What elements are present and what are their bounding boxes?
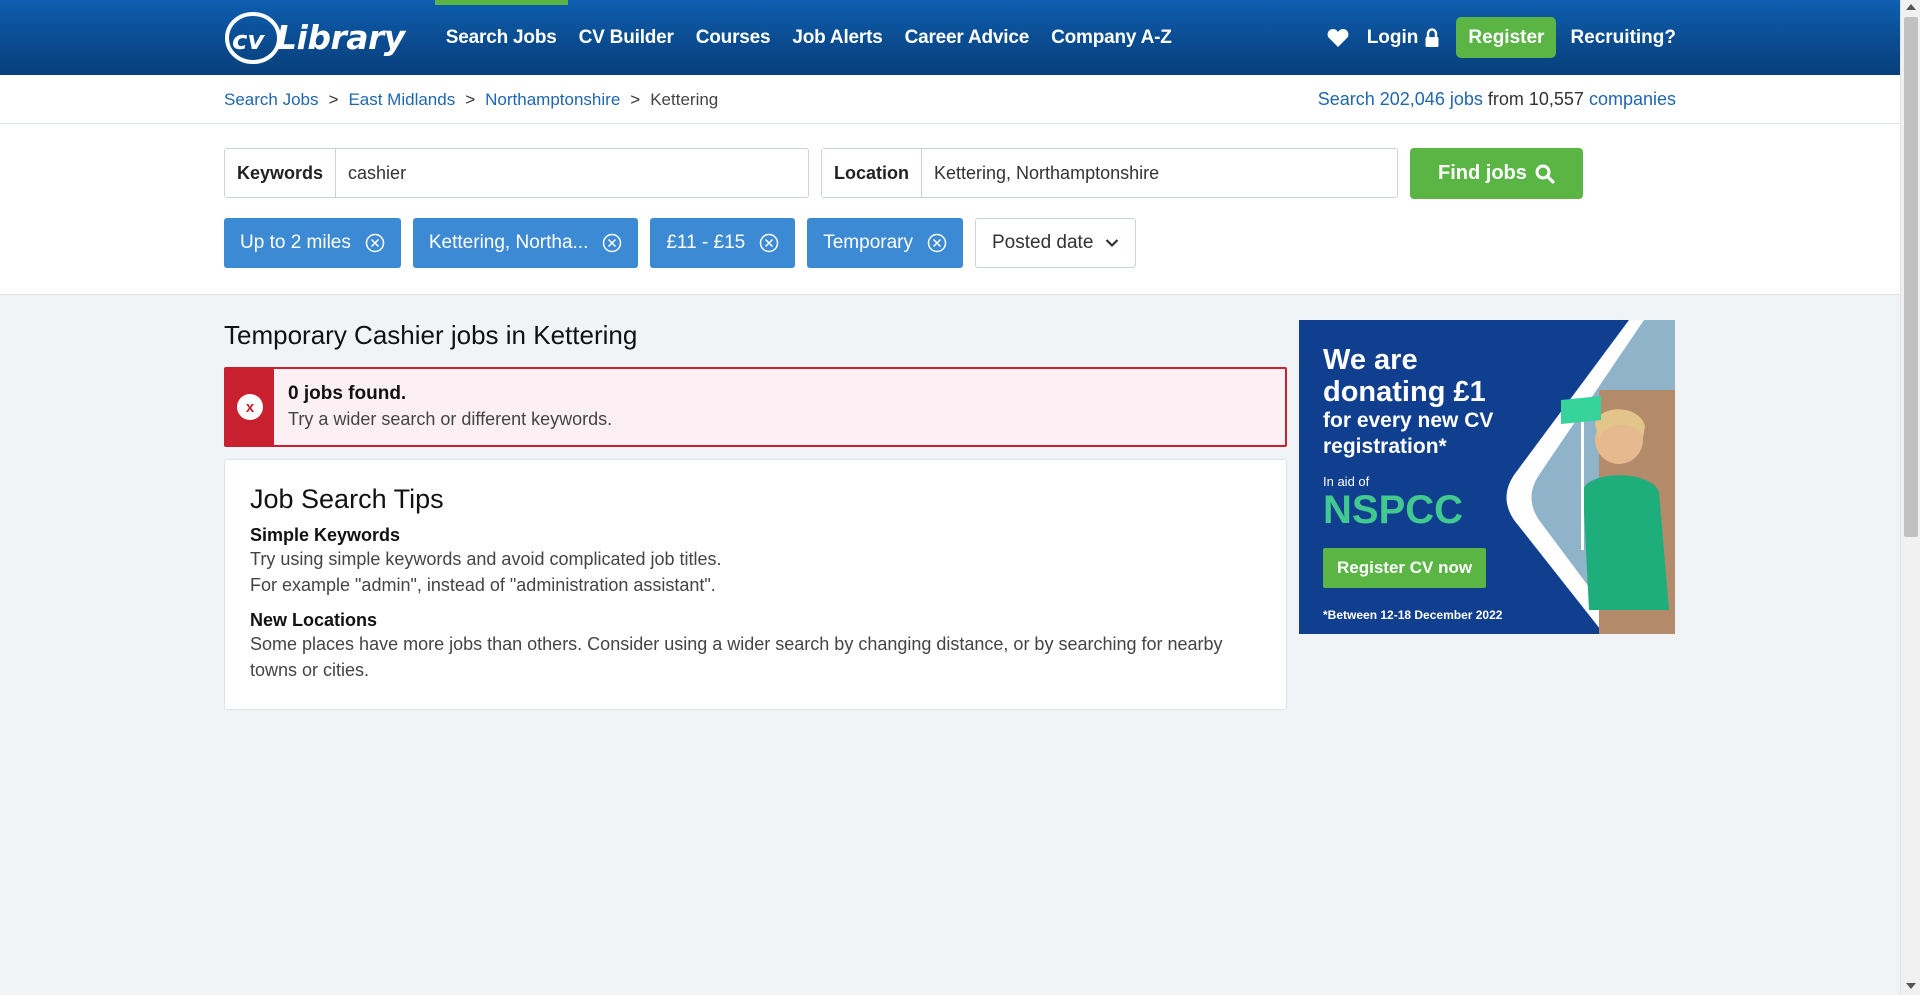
cv-logo-mark: cv (232, 26, 265, 56)
posted-date-dropdown[interactable]: Posted date (974, 218, 1137, 268)
no-results-alert: x 0 jobs found. Try a wider search or di… (224, 367, 1287, 447)
site-stats: Search 202,046 jobs from 10,557 companie… (1318, 89, 1676, 110)
location-input[interactable] (922, 149, 1392, 197)
filter-chip-distance[interactable]: Up to 2 miles (224, 218, 401, 268)
tip-text: towns or cities. (250, 660, 370, 680)
search-panel: Keywords Location Find jobs Up to 2 mile… (0, 124, 1900, 295)
stats-companies-link[interactable]: companies (1589, 89, 1676, 109)
heart-icon[interactable] (1325, 25, 1351, 51)
main-nav: Search Jobs CV Builder Courses Job Alert… (434, 0, 1183, 75)
logo-text: Library (276, 18, 405, 57)
chip-label: £11 - £15 (666, 232, 746, 253)
page-title: Temporary Cashier jobs in Kettering (224, 320, 638, 350)
ad-footnote: *Between 12-18 December 2022 (1323, 608, 1503, 622)
ad-line: for every new CV (1323, 409, 1494, 432)
filter-chip-location[interactable]: Kettering, Northa... (412, 218, 639, 268)
login-link[interactable]: Login (1367, 27, 1441, 49)
filter-chip-job-type[interactable]: Temporary (807, 218, 963, 268)
advert-copy: We are donating £1 for every new CV regi… (1323, 344, 1493, 531)
ad-aid-text: In aid of (1323, 474, 1370, 489)
breadcrumb-separator: > (630, 89, 641, 109)
alert-title: 0 jobs found. (288, 383, 407, 404)
tips-title: Job Search Tips (250, 484, 444, 514)
recruiting-link[interactable]: Recruiting? (1570, 27, 1676, 49)
page-scrollbar[interactable] (1900, 0, 1920, 995)
chip-label: Kettering, Northa... (428, 232, 589, 253)
register-button[interactable]: Register (1456, 17, 1557, 58)
login-label: Login (1366, 26, 1419, 48)
filter-chips: Up to 2 miles Kettering, Northa... £11 -… (224, 218, 1137, 268)
alert-text: Try a wider search or different keywords… (288, 409, 613, 429)
breadcrumb-separator: > (465, 89, 476, 109)
breadcrumb-separator: > (328, 89, 339, 109)
ad-line: We are (1323, 344, 1418, 376)
scroll-up-arrow-icon[interactable] (1906, 4, 1916, 10)
tip-text: Some places have more jobs than others. … (250, 634, 1223, 654)
remove-filter-icon[interactable] (927, 233, 947, 253)
scroll-thumb[interactable] (1904, 17, 1918, 537)
header-actions: Login Register Recruiting? (1325, 17, 1676, 58)
ad-line: registration* (1323, 435, 1447, 458)
filter-chip-salary[interactable]: £11 - £15 (650, 218, 796, 268)
scroll-down-arrow-icon[interactable] (1906, 983, 1916, 989)
top-header: cv Library Search Jobs CV Builder Course… (0, 0, 1900, 75)
cv-library-logo[interactable]: cv Library (224, 11, 405, 64)
results-column: Temporary Cashier jobs in Kettering x 0 … (224, 320, 1287, 710)
ad-nspcc-logo: NSPCC (1323, 488, 1464, 532)
nav-courses[interactable]: Courses (685, 0, 782, 75)
tip-simple-keywords-heading: Simple Keywords (250, 525, 401, 545)
stats-prefix[interactable]: Search (1318, 89, 1375, 109)
breadcrumb: Search Jobs > East Midlands > Northamptonshi… (224, 90, 718, 110)
search-icon (1535, 164, 1555, 184)
lock-icon (1424, 27, 1440, 48)
nav-company-a-z[interactable]: Company A-Z (1040, 0, 1183, 75)
tip-text: Try using simple keywords and avoid comp… (250, 549, 722, 569)
nav-career-advice[interactable]: Career Advice (894, 0, 1041, 75)
page: cv Library Search Jobs CV Builder Course… (0, 0, 1900, 995)
location-field: Location (821, 148, 1398, 198)
alert-side: x (226, 369, 274, 445)
find-jobs-label: Find jobs (1438, 162, 1527, 184)
chip-label: Up to 2 miles (240, 232, 351, 253)
stats-mid: from 10,557 (1487, 89, 1584, 109)
ad-register-cv-button[interactable]: Register CV now (1323, 548, 1487, 588)
breadcrumb-northamptonshire[interactable]: Northamptonshire (485, 90, 620, 109)
breadcrumb-east-midlands[interactable]: East Midlands (348, 90, 455, 109)
nav-cv-builder[interactable]: CV Builder (568, 0, 685, 75)
nav-search-jobs[interactable]: Search Jobs (434, 0, 568, 75)
stats-jobs-link[interactable]: 202,046 jobs (1380, 89, 1483, 109)
tip-new-locations-heading: New Locations (250, 610, 378, 630)
remove-filter-icon[interactable] (365, 233, 385, 253)
ad-line: donating £1 (1323, 376, 1486, 408)
error-icon: x (237, 394, 263, 420)
chevron-down-icon (1106, 239, 1119, 248)
keywords-field: Keywords (224, 148, 809, 198)
tip-text: For example "admin", instead of "adminis… (250, 575, 716, 595)
keywords-label: Keywords (225, 149, 337, 197)
job-search-tips: Job Search Tips Simple Keywords Try usin… (224, 459, 1287, 710)
nspcc-advert[interactable]: We are donating £1 for every new CV regi… (1299, 320, 1675, 634)
remove-filter-icon[interactable] (602, 233, 622, 253)
remove-filter-icon[interactable] (759, 233, 779, 253)
breadcrumb-bar: Search Jobs > East Midlands > Northamptonshi… (0, 75, 1900, 124)
chip-label: Temporary (823, 232, 913, 253)
breadcrumb-current: Kettering (650, 89, 719, 109)
keywords-input[interactable] (336, 149, 807, 197)
posted-date-label: Posted date (991, 232, 1094, 253)
find-jobs-button[interactable]: Find jobs (1410, 148, 1583, 199)
nav-job-alerts[interactable]: Job Alerts (781, 0, 893, 75)
cv-logo-icon: cv (224, 11, 282, 64)
breadcrumb-search-jobs[interactable]: Search Jobs (224, 90, 319, 109)
location-label: Location (822, 149, 922, 197)
